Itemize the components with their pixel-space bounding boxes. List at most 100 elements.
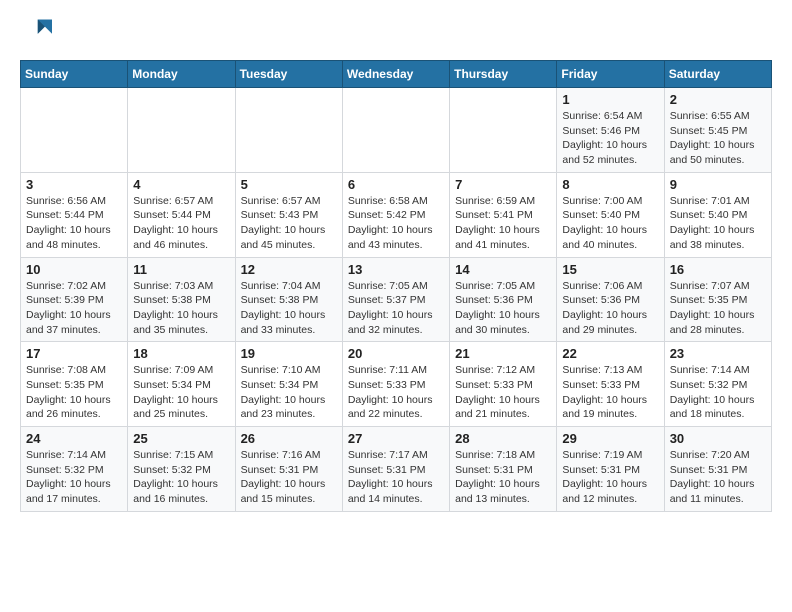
calendar-header-tuesday: Tuesday [235, 61, 342, 88]
day-number: 9 [670, 177, 766, 192]
calendar-cell: 19 Sunrise: 7:10 AM Sunset: 5:34 PM Dayli… [235, 342, 342, 427]
calendar-header-row: SundayMondayTuesdayWednesdayThursdayFrid… [21, 61, 772, 88]
calendar-cell: 2 Sunrise: 6:55 AM Sunset: 5:45 PM Daylig… [664, 88, 771, 173]
calendar-cell [450, 88, 557, 173]
calendar-cell: 12 Sunrise: 7:04 AM Sunset: 5:38 PM Dayli… [235, 257, 342, 342]
calendar-cell: 28 Sunrise: 7:18 AM Sunset: 5:31 PM Dayli… [450, 427, 557, 512]
calendar-cell: 5 Sunrise: 6:57 AM Sunset: 5:43 PM Daylig… [235, 172, 342, 257]
day-info: Sunrise: 7:01 AM Sunset: 5:40 PM Dayligh… [670, 194, 766, 253]
calendar-cell: 27 Sunrise: 7:17 AM Sunset: 5:31 PM Dayli… [342, 427, 449, 512]
calendar-cell [342, 88, 449, 173]
day-info: Sunrise: 7:17 AM Sunset: 5:31 PM Dayligh… [348, 448, 444, 507]
day-number: 12 [241, 262, 337, 277]
calendar-cell: 14 Sunrise: 7:05 AM Sunset: 5:36 PM Dayli… [450, 257, 557, 342]
calendar-cell: 20 Sunrise: 7:11 AM Sunset: 5:33 PM Dayli… [342, 342, 449, 427]
calendar-cell: 4 Sunrise: 6:57 AM Sunset: 5:44 PM Daylig… [128, 172, 235, 257]
day-info: Sunrise: 7:14 AM Sunset: 5:32 PM Dayligh… [670, 363, 766, 422]
calendar-cell: 18 Sunrise: 7:09 AM Sunset: 5:34 PM Dayli… [128, 342, 235, 427]
calendar-cell: 11 Sunrise: 7:03 AM Sunset: 5:38 PM Dayli… [128, 257, 235, 342]
calendar-week-row: 10 Sunrise: 7:02 AM Sunset: 5:39 PM Dayli… [21, 257, 772, 342]
day-info: Sunrise: 6:57 AM Sunset: 5:44 PM Dayligh… [133, 194, 229, 253]
logo-icon [20, 16, 52, 48]
day-info: Sunrise: 7:16 AM Sunset: 5:31 PM Dayligh… [241, 448, 337, 507]
day-info: Sunrise: 6:59 AM Sunset: 5:41 PM Dayligh… [455, 194, 551, 253]
day-info: Sunrise: 6:58 AM Sunset: 5:42 PM Dayligh… [348, 194, 444, 253]
header [20, 16, 772, 48]
day-info: Sunrise: 7:02 AM Sunset: 5:39 PM Dayligh… [26, 279, 122, 338]
day-number: 20 [348, 346, 444, 361]
day-number: 28 [455, 431, 551, 446]
day-number: 5 [241, 177, 337, 192]
calendar-header-saturday: Saturday [664, 61, 771, 88]
day-info: Sunrise: 7:10 AM Sunset: 5:34 PM Dayligh… [241, 363, 337, 422]
day-number: 3 [26, 177, 122, 192]
day-number: 22 [562, 346, 658, 361]
day-number: 26 [241, 431, 337, 446]
calendar-cell: 1 Sunrise: 6:54 AM Sunset: 5:46 PM Daylig… [557, 88, 664, 173]
day-info: Sunrise: 7:20 AM Sunset: 5:31 PM Dayligh… [670, 448, 766, 507]
day-number: 8 [562, 177, 658, 192]
calendar-cell [128, 88, 235, 173]
day-number: 29 [562, 431, 658, 446]
day-info: Sunrise: 7:18 AM Sunset: 5:31 PM Dayligh… [455, 448, 551, 507]
calendar-cell: 23Sunrise: 7:14 AM Sunset: 5:32 PM Dayli… [664, 342, 771, 427]
day-info: Sunrise: 6:56 AM Sunset: 5:44 PM Dayligh… [26, 194, 122, 253]
day-number: 15 [562, 262, 658, 277]
day-info: Sunrise: 7:03 AM Sunset: 5:38 PM Dayligh… [133, 279, 229, 338]
day-info: Sunrise: 7:19 AM Sunset: 5:31 PM Dayligh… [562, 448, 658, 507]
day-info: Sunrise: 7:06 AM Sunset: 5:36 PM Dayligh… [562, 279, 658, 338]
calendar-cell [235, 88, 342, 173]
calendar-header-sunday: Sunday [21, 61, 128, 88]
calendar-week-row: 3 Sunrise: 6:56 AM Sunset: 5:44 PM Daylig… [21, 172, 772, 257]
day-number: 1 [562, 92, 658, 107]
day-info: Sunrise: 7:13 AM Sunset: 5:33 PM Dayligh… [562, 363, 658, 422]
day-info: Sunrise: 7:08 AM Sunset: 5:35 PM Dayligh… [26, 363, 122, 422]
calendar-header-wednesday: Wednesday [342, 61, 449, 88]
day-number: 10 [26, 262, 122, 277]
calendar-week-row: 1 Sunrise: 6:54 AM Sunset: 5:46 PM Daylig… [21, 88, 772, 173]
day-number: 25 [133, 431, 229, 446]
calendar-cell: 30 Sunrise: 7:20 AM Sunset: 5:31 PM Dayli… [664, 427, 771, 512]
day-info: Sunrise: 7:05 AM Sunset: 5:37 PM Dayligh… [348, 279, 444, 338]
day-number: 19 [241, 346, 337, 361]
day-number: 2 [670, 92, 766, 107]
day-number: 18 [133, 346, 229, 361]
calendar-week-row: 24 Sunrise: 7:14 AM Sunset: 5:32 PM Dayli… [21, 427, 772, 512]
day-info: Sunrise: 7:04 AM Sunset: 5:38 PM Dayligh… [241, 279, 337, 338]
logo [20, 16, 56, 48]
day-number: 24 [26, 431, 122, 446]
calendar-cell: 22 Sunrise: 7:13 AM Sunset: 5:33 PM Dayli… [557, 342, 664, 427]
calendar-cell: 3 Sunrise: 6:56 AM Sunset: 5:44 PM Daylig… [21, 172, 128, 257]
day-info: Sunrise: 7:12 AM Sunset: 5:33 PM Dayligh… [455, 363, 551, 422]
calendar-cell: 8Sunrise: 7:00 AM Sunset: 5:40 PM Daylig… [557, 172, 664, 257]
day-info: Sunrise: 7:05 AM Sunset: 5:36 PM Dayligh… [455, 279, 551, 338]
day-number: 30 [670, 431, 766, 446]
calendar-cell: 21 Sunrise: 7:12 AM Sunset: 5:33 PM Dayli… [450, 342, 557, 427]
day-number: 6 [348, 177, 444, 192]
day-info: Sunrise: 6:54 AM Sunset: 5:46 PM Dayligh… [562, 109, 658, 168]
day-number: 21 [455, 346, 551, 361]
calendar-cell [21, 88, 128, 173]
calendar-week-row: 17 Sunrise: 7:08 AM Sunset: 5:35 PM Dayli… [21, 342, 772, 427]
calendar-cell: 13 Sunrise: 7:05 AM Sunset: 5:37 PM Dayli… [342, 257, 449, 342]
day-info: Sunrise: 6:57 AM Sunset: 5:43 PM Dayligh… [241, 194, 337, 253]
day-info: Sunrise: 6:55 AM Sunset: 5:45 PM Dayligh… [670, 109, 766, 168]
day-number: 11 [133, 262, 229, 277]
day-number: 4 [133, 177, 229, 192]
day-number: 27 [348, 431, 444, 446]
day-number: 14 [455, 262, 551, 277]
calendar-header-friday: Friday [557, 61, 664, 88]
calendar-table: SundayMondayTuesdayWednesdayThursdayFrid… [20, 60, 772, 512]
day-info: Sunrise: 7:14 AM Sunset: 5:32 PM Dayligh… [26, 448, 122, 507]
day-info: Sunrise: 7:11 AM Sunset: 5:33 PM Dayligh… [348, 363, 444, 422]
calendar-cell: 17 Sunrise: 7:08 AM Sunset: 5:35 PM Dayli… [21, 342, 128, 427]
calendar-cell: 24 Sunrise: 7:14 AM Sunset: 5:32 PM Dayli… [21, 427, 128, 512]
day-number: 13 [348, 262, 444, 277]
day-number: 16 [670, 262, 766, 277]
calendar-cell: 15 Sunrise: 7:06 AM Sunset: 5:36 PM Dayli… [557, 257, 664, 342]
day-number: 17 [26, 346, 122, 361]
calendar-header-thursday: Thursday [450, 61, 557, 88]
calendar-cell: 10 Sunrise: 7:02 AM Sunset: 5:39 PM Dayli… [21, 257, 128, 342]
day-info: Sunrise: 7:09 AM Sunset: 5:34 PM Dayligh… [133, 363, 229, 422]
calendar-header-monday: Monday [128, 61, 235, 88]
